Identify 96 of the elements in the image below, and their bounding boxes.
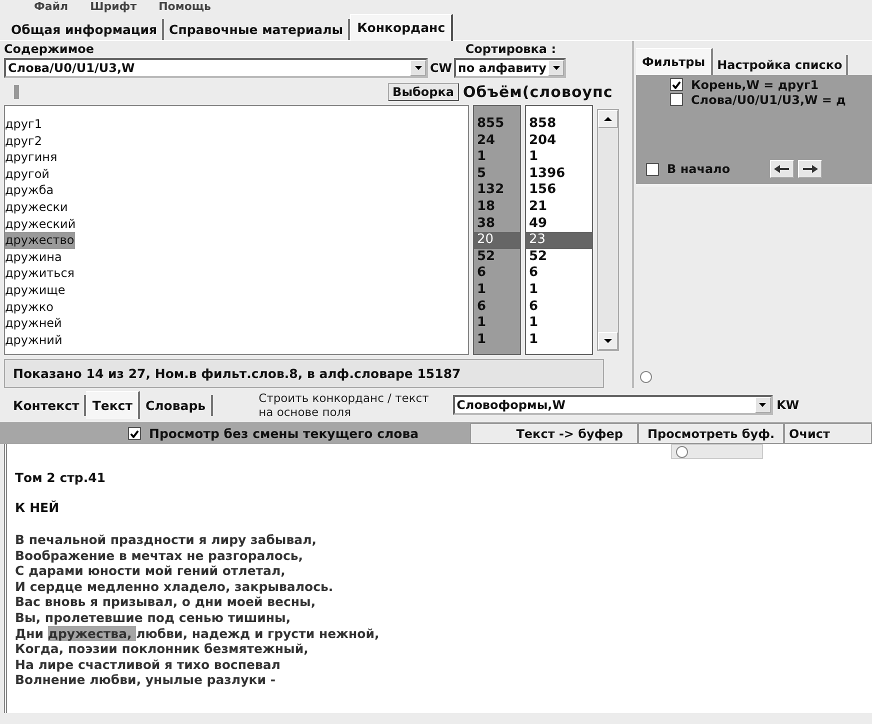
count-cell-text: 1 (528, 315, 540, 332)
radio-button[interactable] (640, 371, 652, 383)
count-cell-text: 6 (528, 298, 540, 316)
build-label: Строить конкорданс / текст на основе поля (258, 391, 430, 419)
count-cell-text: 24 (476, 132, 496, 150)
list-item[interactable]: дружески (5, 198, 69, 216)
count-cell-text: 21 (528, 198, 548, 216)
text-line: Воображение в мечтах не разгоралось, (15, 548, 304, 564)
count-cell-text: 5 (476, 166, 488, 182)
count-cell-text: 1 (476, 315, 488, 332)
count-cell-text: 1 (528, 149, 540, 166)
list-item[interactable]: дружний (5, 332, 64, 348)
text-line: На лире счастливой я тихо воспевал (15, 656, 280, 672)
list-item[interactable]: дружней (5, 315, 63, 332)
menu-item[interactable]: Помощь (158, 0, 212, 14)
text-line: В печальной праздности я лиру забывал, (15, 532, 316, 548)
count-cell-text: 1 (476, 332, 488, 348)
list-item[interactable]: дружище (5, 282, 66, 299)
text-line: Дни дружества, любви, надежд и грусти нежной, (15, 626, 380, 642)
scroll-up-icon (604, 117, 612, 121)
copy-to-buffer-button[interactable]: Текст -> буфер (470, 423, 638, 444)
count-cell: 23 (526, 232, 592, 249)
checkbox-label: В начало (667, 162, 730, 176)
menu-item[interactable]: Файл (34, 0, 68, 14)
dropdown-arrow-icon (552, 66, 560, 70)
word-list[interactable]: друг1 друг2 другиня другой дружба дружески дружеский дружество дружина дружиться дружище дружко дружней дружний (4, 105, 469, 355)
list-item[interactable]: дружеский (5, 216, 77, 232)
count-cell-text: 1 (476, 282, 488, 299)
list-item[interactable]: друг2 (5, 132, 43, 150)
left-arrow-button[interactable] (770, 160, 794, 178)
sample-button[interactable]: Выборка (388, 83, 459, 101)
checkbox-label: Просмотр без смены текущего слова (149, 426, 419, 441)
text-line: Вы, пролетевшие под сенью тишины, (15, 610, 291, 626)
text-line: И сердце медленно хладело, закрывалось. (15, 578, 334, 594)
list-item[interactable]: друг1 (5, 116, 43, 133)
status-bar: Показано 14 из 27, Ном.в фильт.слов.8, в алф.словаре 15187 (4, 359, 604, 388)
poem-title: К НЕЙ (15, 500, 60, 515)
count-cell: 20 (474, 232, 520, 249)
count-cell-text: 855 (476, 116, 506, 133)
filter-label: Корень,W = друг1 (691, 78, 819, 92)
count-cell-text: 204 (528, 132, 558, 150)
list-item[interactable]: дружество (5, 232, 76, 249)
right-arrow-icon (801, 164, 820, 174)
contents-dropdown[interactable]: Слова/U0/U1/U3,W (4, 58, 428, 78)
list-item[interactable]: другой (5, 166, 50, 182)
count-cell-text: 1 (476, 149, 488, 166)
radio-button[interactable] (676, 446, 688, 458)
checkbox[interactable] (670, 78, 683, 91)
tab[interactable]: Фильтры (636, 48, 714, 75)
sort-label: Сортировка : (465, 42, 556, 56)
count-cell-text: 6 (476, 265, 488, 282)
scroll-down-icon (604, 339, 612, 343)
checkbox[interactable] (128, 427, 141, 440)
count-cell-text: 132 (476, 182, 506, 199)
field-code-label: CW (430, 61, 452, 75)
field-code-label: KW (776, 398, 800, 412)
view-buffer-button[interactable]: Просмотреть буф. (638, 423, 784, 444)
count-cell-text: 6 (476, 298, 488, 316)
count-cell-text: 858 (528, 116, 558, 133)
filter-label: Слова/U0/U1/U3,W = д (691, 92, 846, 106)
checkbox[interactable] (646, 162, 659, 176)
text-line: Когда, поэзии поклонник безмятежный, (15, 641, 308, 657)
sort-dropdown[interactable]: по алфавиту (454, 58, 566, 78)
count-cell-text: 52 (476, 248, 496, 266)
count-cell-text: 38 (476, 216, 496, 232)
count-cell-text: 6 (528, 265, 540, 282)
text-line: С дарами юности мой гений отлетал, (15, 563, 286, 579)
list-item[interactable]: дружиться (5, 265, 76, 282)
contents-label: Содержимое (4, 42, 94, 56)
right-arrow-button[interactable] (798, 160, 822, 178)
count-cell-text: 18 (476, 198, 496, 216)
checkbox[interactable] (670, 93, 683, 106)
list-item[interactable]: дружко (5, 298, 54, 316)
field-dropdown[interactable]: Словоформы,W (452, 395, 773, 415)
page-reference: Том 2 стр.41 (15, 470, 106, 485)
text-line: Волнение любви, унылые разлуки - (15, 672, 276, 688)
count-cell-text: 1 (528, 332, 540, 348)
count-cell-text: 1 (528, 282, 540, 299)
dropdown-arrow-icon (759, 403, 766, 407)
tab[interactable]: Конкорданс (350, 14, 454, 41)
column-header: Объём(словоупс (463, 83, 614, 101)
scrollbar[interactable] (597, 109, 619, 351)
list-item[interactable]: дружба (5, 182, 55, 199)
count-cell-text: 1396 (528, 166, 566, 182)
list-item[interactable]: дружина (5, 248, 63, 266)
text-line: Вас вновь я призывал, о дни моей весны, (15, 594, 316, 610)
count-cell-text: 156 (528, 182, 558, 199)
slider-thumb[interactable] (14, 85, 19, 99)
count-cell-text: 52 (528, 248, 548, 266)
menu-item[interactable]: Шрифт (90, 0, 137, 14)
dropdown-arrow-icon (414, 66, 422, 70)
count-cell-text: 49 (528, 216, 548, 232)
list-item[interactable]: другиня (5, 149, 58, 166)
clear-button[interactable]: Очист (784, 423, 872, 444)
tab[interactable]: Текст (86, 391, 140, 419)
left-arrow-icon (773, 164, 792, 174)
